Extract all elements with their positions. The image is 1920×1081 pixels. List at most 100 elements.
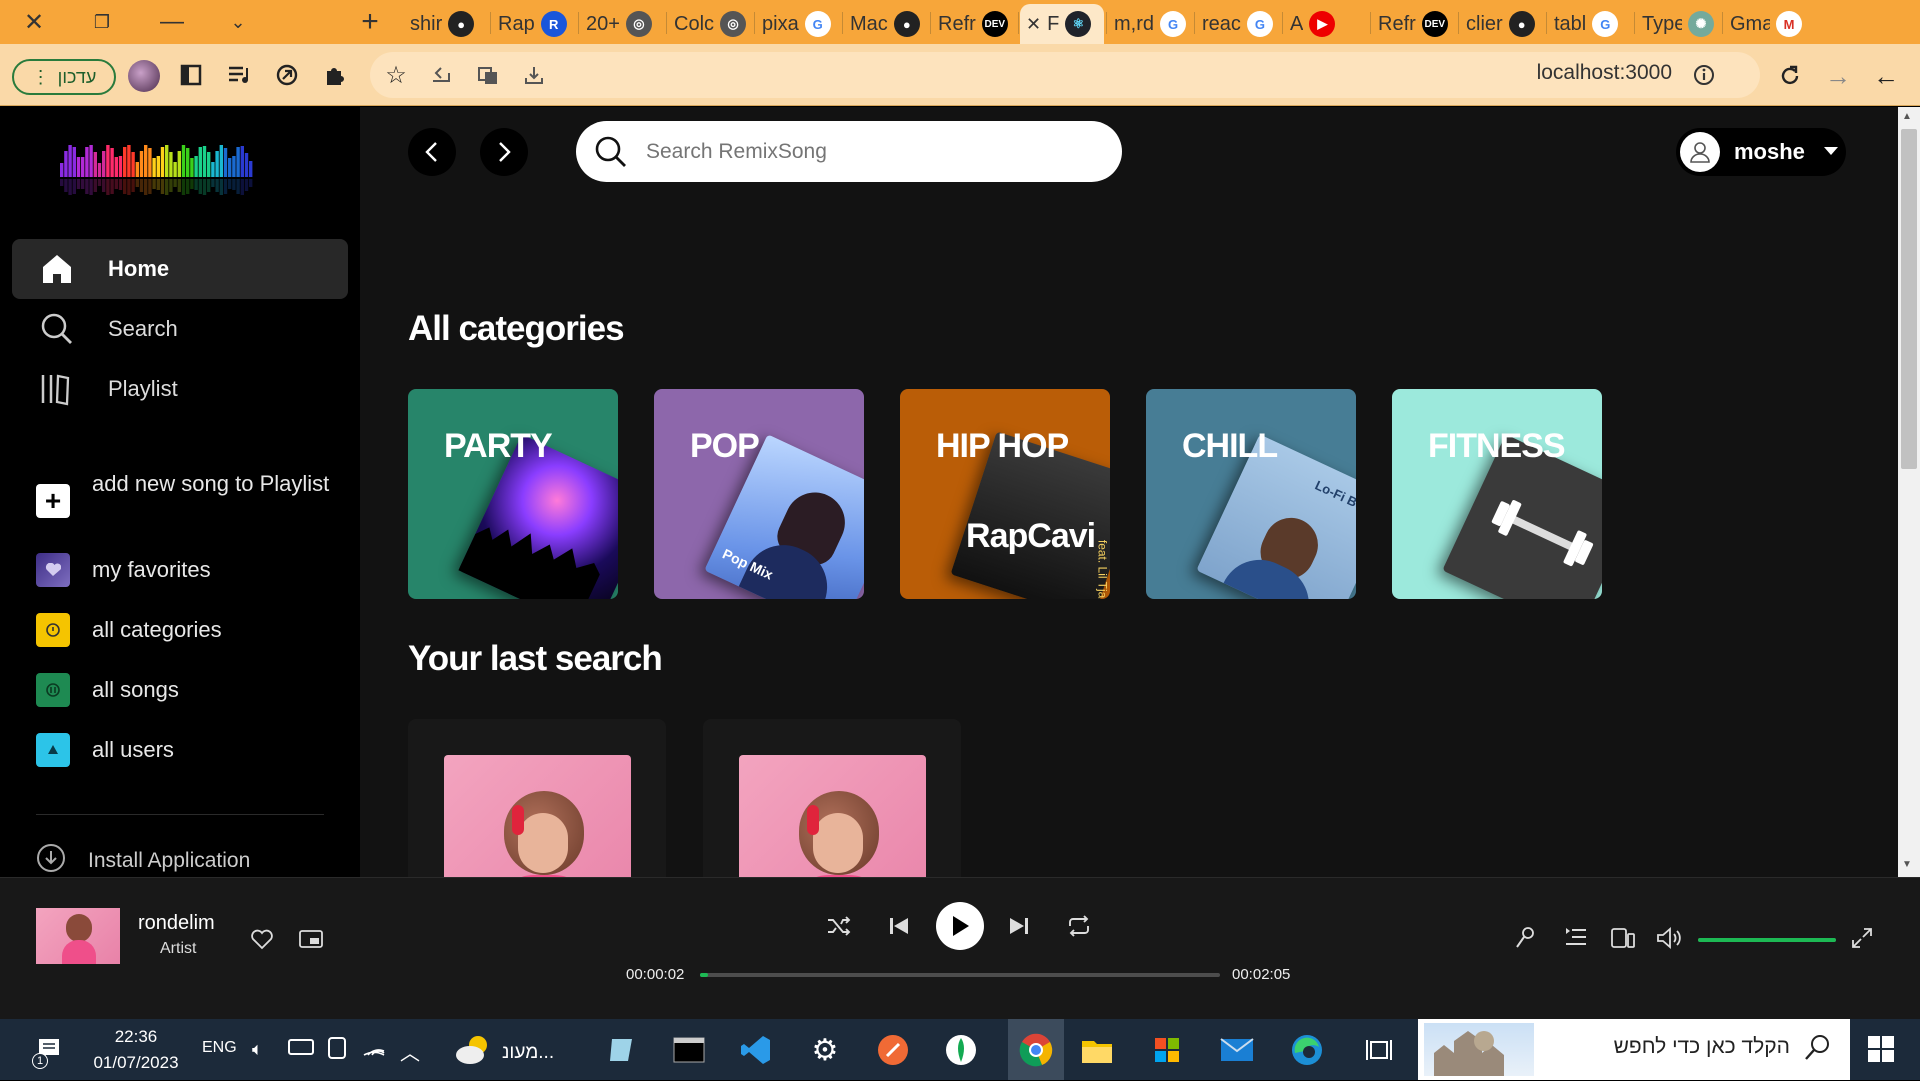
nav-back-button[interactable] (408, 128, 456, 176)
picture-in-picture-icon[interactable] (298, 928, 324, 955)
skip-previous-icon[interactable] (888, 914, 910, 943)
library-item-add-song[interactable]: + add new song to Playlist (36, 469, 336, 518)
translate-icon[interactable] (474, 61, 502, 89)
scrollbar-thumb[interactable] (1901, 129, 1917, 469)
browser-tab[interactable]: Type ✺ (1636, 4, 1720, 44)
bookmark-star-icon[interactable]: ☆ (382, 61, 410, 89)
microphone-icon[interactable] (1514, 926, 1536, 955)
terminal-app-icon[interactable] (670, 1031, 708, 1069)
shuffle-icon[interactable] (826, 914, 852, 943)
heart-outline-icon[interactable] (250, 928, 274, 955)
queue-icon[interactable] (1564, 926, 1588, 953)
browser-tab[interactable]: ✕ F ⚛ (1020, 4, 1104, 44)
category-card-chill[interactable]: CHILL Lo-Fi Beats (1146, 389, 1356, 599)
forward-icon[interactable]: → (1822, 60, 1854, 92)
wifi-icon[interactable] (362, 1035, 386, 1064)
device-icon[interactable] (328, 1037, 346, 1059)
browser-tab[interactable]: clier ● (1460, 4, 1544, 44)
library-item-all-categories[interactable]: all categories (36, 613, 222, 647)
browser-tab[interactable]: Refr DEV (1372, 4, 1456, 44)
close-window-icon[interactable]: ✕ (4, 0, 64, 44)
chrome-app-icon[interactable] (1008, 1019, 1064, 1080)
minimize-window-icon[interactable]: — (142, 0, 202, 44)
speaker-icon[interactable]: 🔈︎ (252, 1039, 263, 1060)
sidebar-item-home[interactable]: Home (12, 239, 348, 299)
page-scrollbar[interactable]: ▲ ▼ (1898, 107, 1920, 877)
site-info-icon[interactable] (1690, 61, 1718, 89)
library-item-all-songs[interactable]: all songs (36, 673, 179, 707)
browser-tab[interactable]: m,rd G (1108, 4, 1192, 44)
extension-swirl-icon[interactable] (272, 60, 302, 90)
skip-next-icon[interactable] (1008, 914, 1030, 943)
library-item-favorites[interactable]: my favorites (36, 553, 211, 587)
browser-tab[interactable]: Colc ◎ (668, 4, 752, 44)
reading-list-icon[interactable] (224, 60, 254, 90)
browser-tab[interactable]: Gma M (1724, 4, 1808, 44)
new-tab-icon[interactable]: + (340, 0, 400, 44)
browser-tab[interactable]: A ▶ (1284, 4, 1368, 44)
search-input[interactable] (646, 135, 1086, 169)
category-card-fitness[interactable]: FITNESS (1392, 389, 1602, 599)
browser-tab[interactable]: pixa G (756, 4, 840, 44)
mail-app-icon[interactable] (1218, 1031, 1256, 1069)
fullscreen-icon[interactable] (1850, 926, 1874, 955)
share-icon[interactable] (428, 61, 456, 89)
now-playing-artist[interactable]: Artist (160, 940, 196, 958)
tab-search-icon[interactable]: ⌄ (208, 0, 268, 44)
scroll-up-icon[interactable]: ▲ (1902, 111, 1912, 122)
edge-app-icon[interactable] (1288, 1031, 1326, 1069)
mongodb-app-icon[interactable] (942, 1031, 980, 1069)
repeat-icon[interactable] (1066, 914, 1092, 943)
recent-search-card[interactable] (703, 719, 961, 877)
now-playing-cover[interactable] (36, 908, 120, 964)
browser-tab[interactable]: Refr DEV (932, 4, 1016, 44)
clock-time[interactable]: 22:36 (88, 1027, 184, 1047)
browser-tab[interactable]: 20+ ◎ (580, 4, 664, 44)
browser-tab[interactable]: shir ● (404, 4, 488, 44)
windows-start-icon[interactable] (1866, 1034, 1896, 1069)
connect-device-icon[interactable] (1610, 926, 1636, 955)
user-menu-button[interactable]: moshe (1676, 128, 1846, 176)
notification-icon[interactable]: 1 (30, 1031, 68, 1069)
category-card-pop[interactable]: POP Pop Mix (654, 389, 864, 599)
clock-date[interactable]: 01/07/2023 (88, 1053, 184, 1073)
browser-tab[interactable]: Mac ● (844, 4, 928, 44)
weather-widget[interactable]: מעונ... (454, 1033, 554, 1073)
language-indicator[interactable]: ENG (202, 1039, 237, 1057)
browser-tab[interactable]: tabl G (1548, 4, 1632, 44)
battery-icon[interactable] (288, 1039, 314, 1055)
library-item-all-users[interactable]: all users (36, 733, 174, 767)
profile-avatar[interactable] (128, 60, 160, 92)
sidebar-item-playlist[interactable]: Playlist (12, 359, 348, 419)
reload-icon[interactable] (1774, 60, 1806, 92)
omnibox[interactable]: ☆ localhost:3000 (370, 52, 1760, 98)
sidebar-icon[interactable] (176, 60, 206, 90)
now-playing-title[interactable]: rondelim (138, 912, 215, 935)
tab-close-icon[interactable]: ✕ (1026, 14, 1041, 35)
sidebar-item-search[interactable]: Search (12, 299, 348, 359)
update-button[interactable]: ⋮ עדכון (12, 59, 116, 95)
browser-tab[interactable]: reac G (1196, 4, 1280, 44)
notes-app-icon[interactable] (603, 1031, 641, 1069)
postman-app-icon[interactable] (874, 1031, 912, 1069)
install-application-button[interactable]: Install Application (36, 843, 250, 879)
restore-window-icon[interactable]: ❐ (72, 0, 132, 44)
nav-forward-button[interactable] (480, 128, 528, 176)
browser-tab[interactable]: Rap R (492, 4, 576, 44)
volume-icon[interactable] (1656, 926, 1684, 955)
play-button[interactable] (936, 902, 984, 950)
scroll-down-icon[interactable]: ▼ (1902, 859, 1912, 870)
task-view-icon[interactable] (1360, 1031, 1398, 1069)
search-box[interactable] (576, 121, 1122, 182)
app-logo[interactable] (30, 135, 300, 201)
taskbar-search-box[interactable]: הקלד כאן כדי לחפש (1418, 1019, 1850, 1080)
chevron-up-icon[interactable]: ︿ (400, 1037, 420, 1066)
vscode-app-icon[interactable] (737, 1031, 775, 1069)
store-app-icon[interactable] (1148, 1031, 1186, 1069)
install-app-icon[interactable] (520, 61, 548, 89)
settings-gear-icon[interactable]: ⚙ (806, 1031, 844, 1069)
volume-slider[interactable] (1698, 938, 1836, 942)
extensions-puzzle-icon[interactable] (320, 60, 350, 90)
back-icon[interactable]: ← (1870, 60, 1902, 92)
category-card-party[interactable]: PARTY (408, 389, 618, 599)
